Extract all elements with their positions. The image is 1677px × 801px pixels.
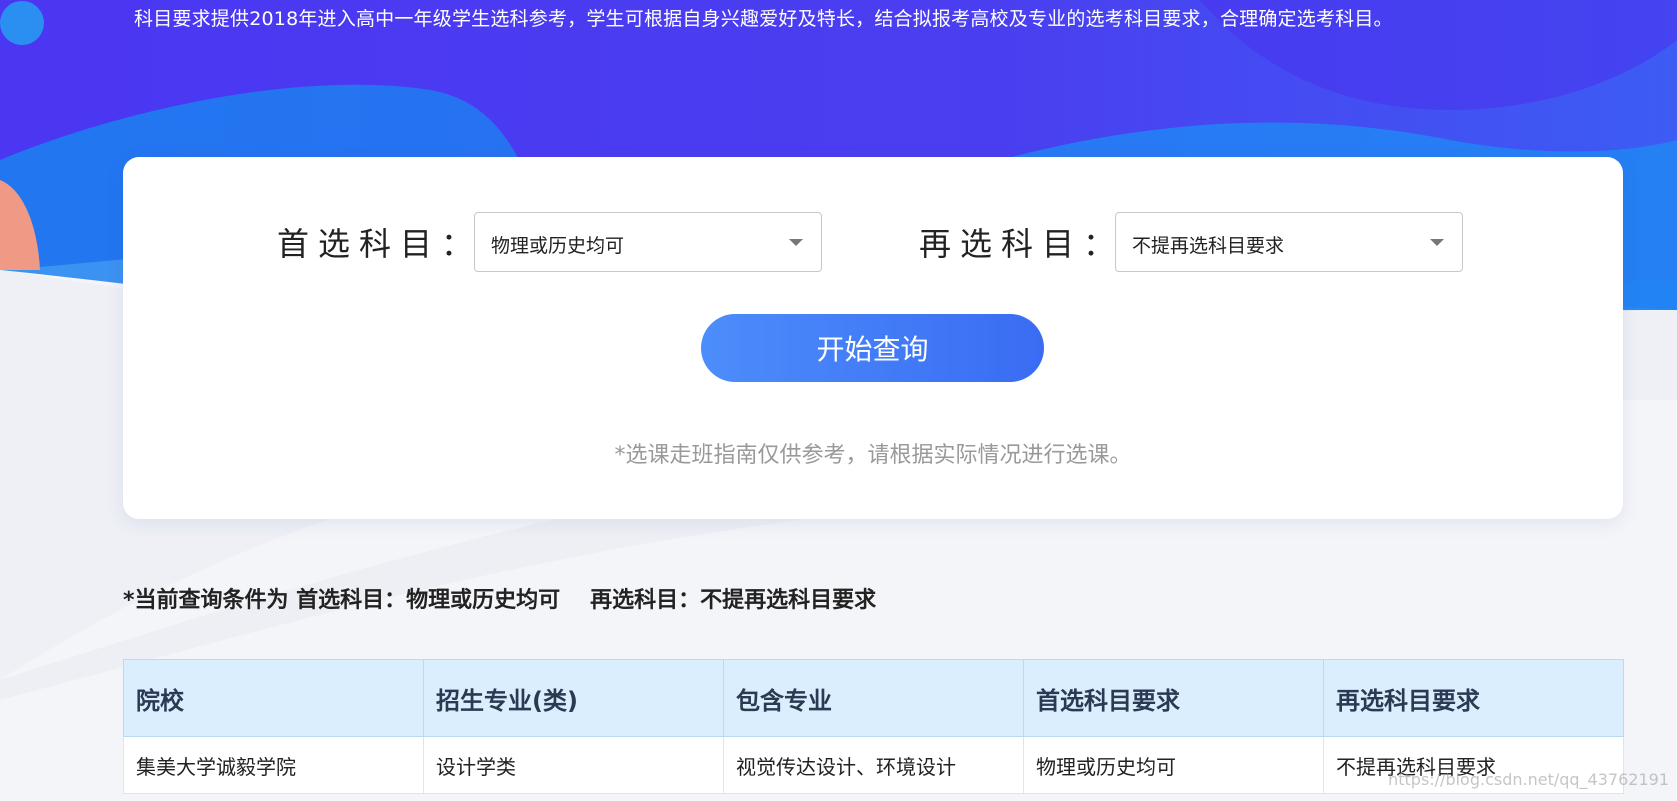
cell-school: 集美大学诚毅学院 <box>123 736 424 794</box>
cell-included-majors: 视觉传达设计、环境设计 <box>723 736 1024 794</box>
secondary-subject-label: 再选科目： <box>919 225 1125 263</box>
watermark: https://blog.csdn.net/qq_43762191 <box>1388 770 1669 789</box>
primary-subject-value: 物理或历史均可 <box>491 235 625 257</box>
caret-down-icon <box>1430 239 1444 246</box>
primary-subject-label: 首选科目： <box>277 225 483 263</box>
secondary-subject-value: 不提再选科目要求 <box>1132 235 1285 257</box>
header-primary-requirement: 首选科目要求 <box>1023 659 1324 737</box>
header-major-category: 招生专业(类) <box>423 659 724 737</box>
intro-text: 科目要求提供2018年进入高中一年级学生选科参考，学生可根据自身兴趣爱好及特长，… <box>134 8 1393 30</box>
cell-major-category: 设计学类 <box>423 736 724 794</box>
page: 科目要求提供2018年进入高中一年级学生选科参考，学生可根据自身兴趣爱好及特长，… <box>0 0 1677 801</box>
condition-primary: *当前查询条件为 首选科目：物理或历史均可 <box>123 588 561 613</box>
query-card: 首选科目： 物理或历史均可 再选科目： 不提再选科目要求 开始查询 *选课走班指… <box>123 157 1623 519</box>
secondary-subject-select[interactable]: 不提再选科目要求 <box>1115 212 1463 272</box>
table-header-row: 院校 招生专业(类) 包含专业 首选科目要求 再选科目要求 <box>123 659 1624 737</box>
primary-subject-select[interactable]: 物理或历史均可 <box>474 212 822 272</box>
header-secondary-requirement: 再选科目要求 <box>1323 659 1624 737</box>
start-query-button[interactable]: 开始查询 <box>701 314 1044 382</box>
caret-down-icon <box>789 239 803 246</box>
current-query-condition: *当前查询条件为 首选科目：物理或历史均可 再选科目：不提再选科目要求 <box>123 582 876 614</box>
header-included-majors: 包含专业 <box>723 659 1024 737</box>
cell-primary-requirement: 物理或历史均可 <box>1023 736 1324 794</box>
condition-secondary: 再选科目：不提再选科目要求 <box>590 588 877 613</box>
disclaimer-text: *选课走班指南仅供参考，请根据实际情况进行选课。 <box>614 443 1132 468</box>
header-school: 院校 <box>123 659 424 737</box>
decor-circle-blue <box>0 1 44 45</box>
